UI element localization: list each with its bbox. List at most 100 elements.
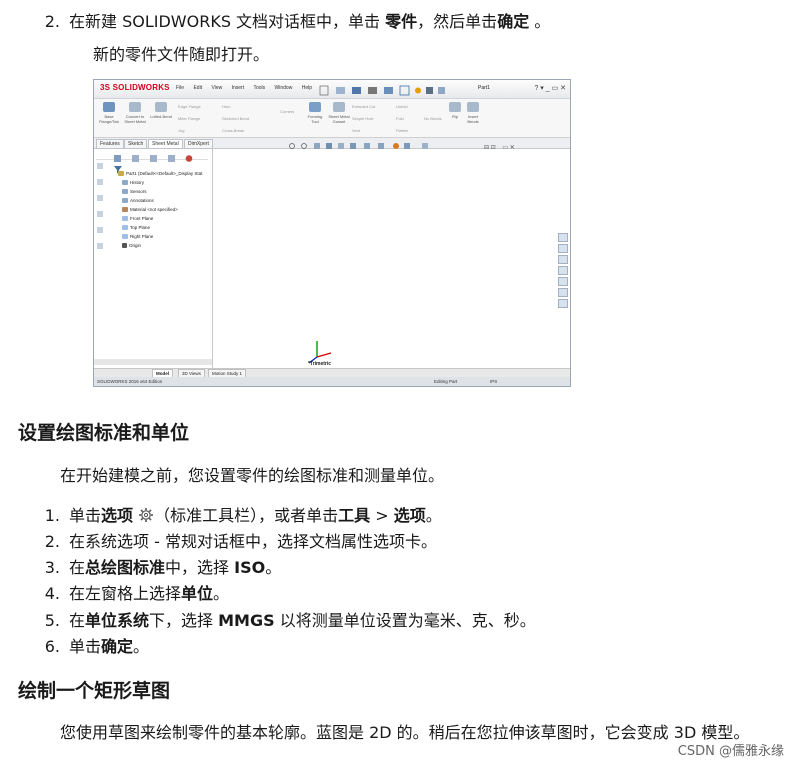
sheet-metal-gusset-button[interactable]: Sheet Metal Gusset (328, 102, 350, 124)
gear-icon (139, 508, 154, 522)
menu-item[interactable]: Window (275, 85, 293, 91)
quick-access-toolbar (318, 83, 468, 96)
tree-item-material[interactable]: Material <not specified> (122, 207, 178, 213)
tree-item-history[interactable]: History (122, 180, 144, 186)
menu-bar: File Edit View Insert Tools Window Help (176, 85, 320, 91)
flatten-button[interactable]: Flatten (396, 128, 408, 133)
step-number: 5. (44, 611, 60, 630)
title-bar: 3S SOLIDWORKS File Edit View Insert Tool… (94, 80, 570, 99)
menu-item[interactable]: File (176, 85, 184, 91)
step-text: 在单位系统下，选择 MMGS 以将测量单位设置为毫米、克、秒。 (69, 611, 536, 630)
menu-item[interactable]: View (211, 85, 222, 91)
tree-item-right-plane[interactable]: Right Plane (122, 234, 153, 240)
status-mode: Editing Part (434, 379, 458, 384)
miter-flange-button[interactable]: Miter Flange (178, 116, 200, 121)
tree-item-annotations[interactable]: Annotations (122, 198, 154, 204)
jog-button[interactable]: Jog (178, 128, 184, 133)
part-icon (118, 171, 124, 177)
step-number: 4. (44, 584, 60, 603)
rip-icon (449, 102, 461, 112)
tree-item-sensors[interactable]: Sensors (122, 189, 147, 195)
cross-break-button[interactable]: Cross-Break (222, 128, 244, 133)
no-bends-button[interactable]: No Bends (424, 116, 442, 121)
forming-tool-icon (309, 102, 321, 112)
window-controls[interactable]: ? ▾ _ ▭ ✕ (534, 84, 566, 92)
status-bar: SOLIDWORKS 2016 x64 Edition Editing Part… (94, 377, 570, 386)
section-intro: 您使用草图来绘制零件的基本轮廓。蓝图是 2D 的。稍后在您拉伸该草图时，它会变成… (60, 723, 750, 742)
plane-icon (122, 234, 128, 240)
origin-icon (122, 243, 127, 249)
convert-icon (129, 102, 141, 112)
hem-button[interactable]: Hem (222, 104, 230, 109)
insert-bends-icon (467, 102, 479, 112)
tree-horizontal-scrollbar[interactable] (94, 359, 212, 365)
unfold-button[interactable]: Unfold (396, 104, 408, 109)
step-text: 在总绘图标准中，选择 ISO。 (69, 558, 282, 577)
menu-item[interactable]: Tools (253, 85, 265, 91)
status-version: SOLIDWORKS 2016 x64 Edition (97, 379, 163, 384)
side-icon-strip (97, 163, 103, 249)
heads-up-view-toolbar: ⊟ ⊡ _ ▭ ✕ (214, 138, 570, 151)
menu-item[interactable]: Edit (193, 85, 202, 91)
step-number: 3. (44, 558, 60, 577)
left-side-icons (96, 163, 104, 263)
step-text: 在系统选项 - 常规对话框中，选择文档属性选项卡。 (69, 532, 437, 551)
section-intro: 在开始建模之前，您设置零件的绘图标准和测量单位。 (60, 466, 445, 485)
tab-sheet-metal[interactable]: Sheet Metal (148, 139, 183, 149)
status-units[interactable]: IPS (490, 377, 497, 386)
plane-icon (122, 225, 128, 231)
plane-icon (122, 216, 128, 222)
step-text: 在左窗格上选择单位。 (69, 584, 230, 603)
step-text: 单击确定。 (69, 637, 150, 656)
sensors-icon (122, 189, 128, 195)
tree-item-top-plane[interactable]: Top Plane (122, 225, 150, 231)
section-heading-standards: 设置绘图标准和单位 (18, 422, 190, 444)
tab-dimxpert[interactable]: DimXpert (184, 139, 213, 149)
bottom-tabs: Model 3D Views Motion Study 1 (94, 368, 570, 378)
feature-manager-tree: Part1 (Default<<Default>_Display Stat Hi… (94, 149, 213, 371)
csdn-watermark: CSDN @儒雅永缘 (677, 744, 784, 759)
forming-tool-button[interactable]: Forming Tool (304, 102, 326, 124)
tab-features[interactable]: Features (96, 139, 124, 149)
annotations-icon (122, 198, 128, 204)
gusset-icon (333, 102, 345, 112)
tree-item-origin[interactable]: Origin (122, 243, 141, 249)
solidworks-logo: 3S SOLIDWORKS (100, 83, 170, 92)
lofted-bend-button[interactable]: Lofted-Bend (150, 102, 172, 119)
tab-sketch[interactable]: Sketch (124, 139, 148, 149)
edge-flange-button[interactable]: Edge Flange (178, 104, 201, 109)
step-number: 2. (44, 532, 60, 551)
corners-button[interactable]: Corners (280, 109, 294, 114)
step-text: 单击选项 （标准工具栏），或者单击工具 > 选项。 (69, 506, 442, 525)
panel-tab-strip (96, 150, 208, 162)
solidworks-screenshot: 3S SOLIDWORKS File Edit View Insert Tool… (93, 79, 571, 387)
graphics-area[interactable]: *Trimetric (213, 149, 570, 371)
step-number: 6. (44, 637, 60, 656)
tree-item-front-plane[interactable]: Front Plane (122, 216, 153, 222)
step-2-note: 新的零件文件随即打开。 (93, 45, 270, 64)
task-pane-tabs[interactable] (558, 233, 568, 310)
step-text: 在新建 SOLIDWORKS 文档对话框中，单击 零件，然后单击确定 。 (69, 12, 551, 31)
menu-item[interactable]: Help (302, 85, 312, 91)
material-icon (122, 207, 128, 213)
menu-item[interactable]: Insert (232, 85, 245, 91)
panel-tab-icons (114, 155, 193, 162)
view-orientation-label: *Trimetric (308, 361, 332, 367)
base-flange-button[interactable]: Base Flange/Tab (98, 102, 120, 124)
insert-bends-button[interactable]: Insert Bends (462, 102, 484, 124)
step-number: 1. (44, 506, 60, 525)
lofted-bend-icon (155, 102, 167, 112)
vent-button[interactable]: Vent (352, 128, 360, 133)
section-heading-rectangle: 绘制一个矩形草图 (18, 680, 171, 702)
sketched-bend-button[interactable]: Sketched Bend (222, 116, 249, 121)
command-manager-ribbon: Base Flange/Tab Convert to Sheet Metal L… (94, 99, 570, 138)
tree-item-part[interactable]: Part1 (Default<<Default>_Display Stat (118, 171, 202, 177)
simple-hole-button[interactable]: Simple Hole (352, 116, 374, 121)
history-icon (122, 180, 128, 186)
convert-to-sheet-metal-button[interactable]: Convert to Sheet Metal (124, 102, 146, 124)
step-number: 2. (44, 12, 60, 31)
extruded-cut-button[interactable]: Extruded Cut (352, 104, 375, 109)
part-name: Part1 (478, 85, 490, 91)
fold-button[interactable]: Fold (396, 116, 404, 121)
base-flange-icon (103, 102, 115, 112)
